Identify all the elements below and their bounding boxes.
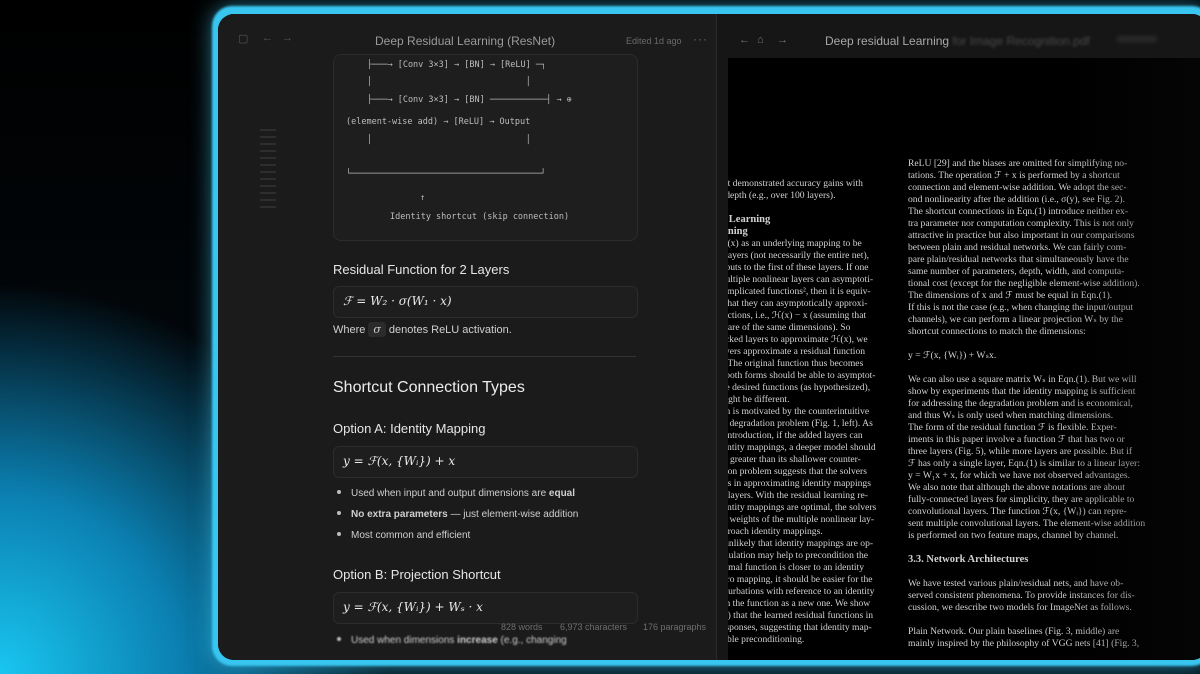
pdf-text-line: . 7) that the learned residual functions…	[728, 610, 874, 621]
diagram-line: ├───→ [Conv 3×3] → [BN] ───────────┤ → ⊕	[367, 95, 572, 105]
pdf-column-left: not demonstrated accuracy gains with d de…	[728, 178, 876, 646]
home-icon[interactable]: ⌂	[757, 34, 764, 46]
sigma-inline-math: σ	[368, 322, 386, 337]
pdf-text-line: x. The original function thus becomes	[728, 358, 864, 369]
viewer-controls[interactable]	[1117, 36, 1157, 42]
more-options-button[interactable]: ···	[693, 32, 708, 46]
pdf-text-line: inputs to the first of these layers. If …	[728, 262, 869, 273]
pdf-text-line: arn the function as a new one. We show	[728, 598, 871, 609]
edited-timestamp: Edited 1d ago	[626, 36, 682, 46]
pdf-text-line: erturbations with reference to an identi…	[728, 586, 875, 597]
list-item: Most common and efficient	[333, 530, 470, 541]
pdf-text-line: dentity mappings are optimal, the solver…	[728, 502, 877, 513]
document-title: Deep Residual Learning (ResNet)	[375, 34, 556, 48]
pdf-text-line: ation problem suggests that the solvers	[728, 466, 867, 477]
pdf-text-line: might be different.	[728, 394, 790, 405]
code-block: ├───→ [Conv 3×3] → [BN] → [ReLU] ─┐ │ │ …	[333, 54, 638, 241]
pdf-page[interactable]: not demonstrated accuracy gains with d de…	[728, 58, 1200, 660]
math-block: y = ℱ(x, {Wᵢ}) + x	[333, 446, 638, 478]
pdf-text-line: he degradation problem (Fig. 1, left). A…	[728, 418, 873, 429]
pdf-text-line: al Learning	[728, 214, 771, 225]
pdf-text-line	[728, 202, 876, 214]
pdf-text-line: arning	[728, 226, 748, 237]
where-suffix: denotes ReLU activation.	[388, 324, 512, 336]
pdf-text-line: ties in approximating identity mappings	[728, 478, 871, 489]
horizontal-rule	[333, 356, 636, 357]
pdf-text-line: ptimal function is closer to an identity	[728, 562, 865, 573]
paragraph-count: 176 paragraphs	[643, 622, 707, 632]
pdf-text-line: ℋ(x) as an underlying mapping to be	[728, 238, 862, 249]
back-arrow-icon[interactable]: ←	[262, 32, 273, 44]
pdf-text-line: not demonstrated accuracy gains with	[728, 178, 863, 189]
diagram-caption: Identity shortcut (skip connection)	[390, 212, 570, 222]
blur-overlay	[1058, 58, 1200, 660]
list-item: Used when input and output dimensions ar…	[333, 488, 575, 499]
list-item: Used when dimensions increase (e.g., cha…	[333, 635, 567, 646]
math-block: ℱ = W₂ · σ(W₁ · x)	[333, 286, 638, 318]
editor-toolbar: ▢ ← → Deep Residual Learning (ResNet) Ed…	[218, 14, 716, 58]
character-count: 6,973 characters	[560, 622, 628, 632]
pdf-text-line: d depth (e.g., over 100 layers).	[728, 190, 836, 201]
pdf-text-line: d layers (not necessarily the entire net…	[728, 250, 870, 261]
option-a-heading: Option A: Identity Mapping	[333, 421, 486, 436]
pdf-text-line: nable preconditioning.	[728, 634, 805, 645]
diagram-line: ↑	[420, 193, 426, 203]
sidebar-toggle-icon[interactable]: ▢	[238, 32, 248, 45]
forward-arrow-icon[interactable]: →	[777, 34, 788, 46]
pdf-text-line: s unlikely that identity mappings are op…	[728, 538, 874, 549]
pdf-text-line: rmulation may help to precondition the	[728, 550, 869, 561]
shortcut-types-heading: Shortcut Connection Types	[333, 379, 525, 396]
back-arrow-icon[interactable]: ←	[739, 34, 750, 46]
residual-formula: ℱ = W₂ · σ(W₁ · x)	[343, 294, 452, 308]
pdf-text-line: ion is motivated by the counterintuitive	[728, 406, 870, 417]
option-b-formula: y = ℱ(x, {Wᵢ}) + Wₛ · x	[343, 600, 483, 614]
pdf-text-line: e introduction, if the added layers can	[728, 430, 863, 441]
option-a-formula: y = ℱ(x, {Wᵢ}) + x	[343, 454, 456, 468]
diagram-line: └─────────────────────────────────────┘	[346, 169, 546, 179]
pdf-text-line: e that they can asymptotically approxi-	[728, 298, 868, 309]
diagram-line: │ │	[367, 77, 531, 87]
pdf-text-line: tacked layers to approximate ℋ(x), we	[728, 334, 868, 345]
diagram-line: (element-wise add) → [ReLU] → Output	[346, 117, 531, 127]
pdf-text-line: ut are of the same dimensions). So	[728, 322, 851, 333]
pdf-text-line: dentity mappings, a deeper model should	[728, 442, 876, 453]
pdf-text-line: no greater than its shallower counter-	[728, 454, 861, 465]
pdf-text-line: layers approximate a residual function	[728, 346, 866, 357]
pdf-text-line: he weights of the multiple nonlinear lay…	[728, 514, 875, 525]
where-paragraph: Where σ denotes ReLU activation.	[333, 322, 512, 337]
pdf-text-line: multiple nonlinear layers can asymptoti-	[728, 274, 874, 285]
editor-pane: ▢ ← → Deep Residual Learning (ResNet) Ed…	[218, 14, 716, 660]
pdf-text-line: complicated functions², then it is equiv…	[728, 286, 871, 297]
pdf-text-line: the desired functions (as hypothesized),	[728, 382, 871, 393]
pdf-text-line: h both forms should be able to asymptot-	[728, 370, 876, 381]
pdf-viewer-pane: ← ⌂ → Deep residual Learning for Image R…	[717, 14, 1200, 660]
where-prefix: Where	[333, 324, 366, 336]
pdf-text-line: ar layers. With the residual learning re…	[728, 490, 868, 501]
outline-sidebar[interactable]	[260, 129, 276, 213]
diagram-line: │ │	[367, 135, 531, 145]
option-b-heading: Option B: Projection Shortcut	[333, 567, 501, 582]
math-block: y = ℱ(x, {Wᵢ}) + Wₛ · x	[333, 592, 638, 624]
forward-arrow-icon[interactable]: →	[282, 32, 293, 44]
pdf-text-line: zero mapping, it should be easier for th…	[728, 574, 873, 585]
pdf-text-line: responses, suggesting that identity map-	[728, 622, 872, 633]
pdf-text-line: unctions, i.e., ℋ(x) − x (assuming that	[728, 310, 867, 321]
app-window: ▢ ← → Deep Residual Learning (ResNet) Ed…	[218, 14, 1200, 660]
diagram-line: ├───→ [Conv 3×3] → [BN] → [ReLU] ─┐	[367, 60, 547, 70]
pdf-text-line: pproach identity mappings.	[728, 526, 823, 537]
pdf-file-title: Deep residual Learning for Image Recogni…	[825, 34, 1090, 48]
residual-function-heading: Residual Function for 2 Layers	[333, 262, 510, 277]
word-count: 828 words	[501, 622, 543, 632]
list-item: No extra parameters — just element-wise …	[333, 509, 578, 520]
